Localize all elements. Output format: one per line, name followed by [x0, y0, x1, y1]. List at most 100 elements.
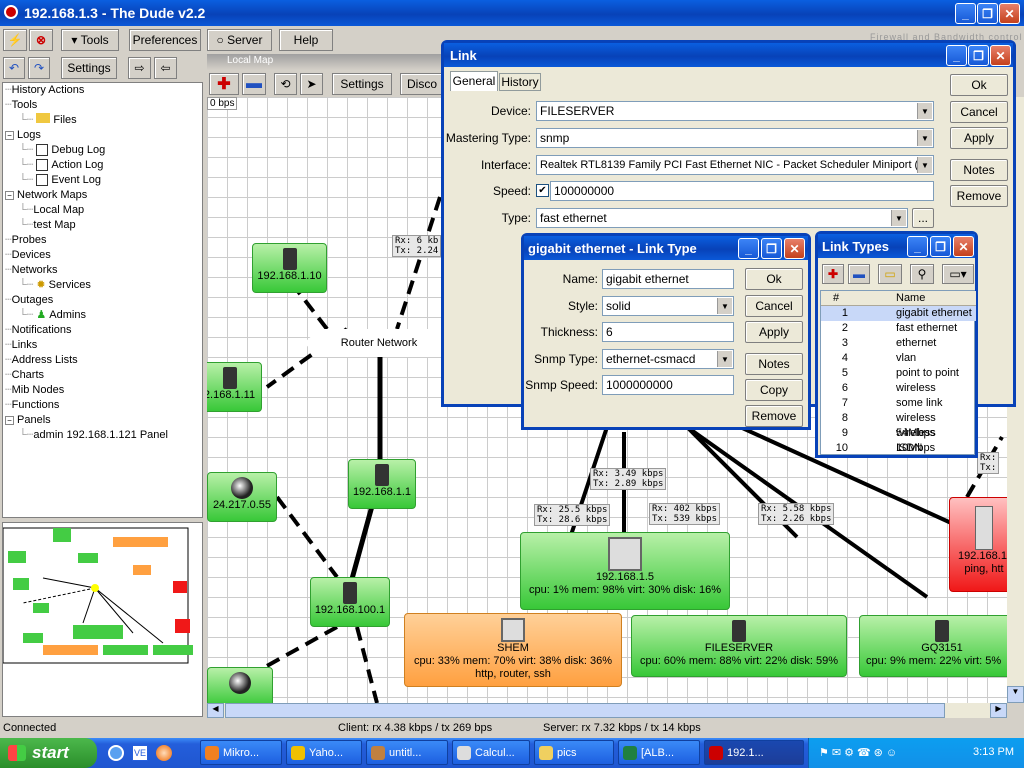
import-icon[interactable]: ⇦ — [154, 57, 177, 79]
type-more-button[interactable]: ... — [912, 208, 934, 228]
device-node-fileserver[interactable]: FILESERVER cpu: 60% mem: 88% virt: 22% d… — [631, 615, 847, 677]
add-icon[interactable]: ✚ — [822, 264, 844, 284]
tree-item[interactable]: └┄Local Map — [19, 203, 84, 218]
link-close-button[interactable]: ✕ — [990, 45, 1011, 66]
tree-item[interactable]: ┄Networks — [5, 263, 57, 278]
map-settings-button[interactable]: Settings — [332, 73, 392, 95]
tree-item[interactable]: − Panels — [5, 413, 51, 428]
tree-item[interactable]: ┄Tools — [5, 98, 37, 113]
speed-checkbox[interactable]: ✔ — [536, 184, 549, 197]
lt-apply-button[interactable]: Apply — [745, 321, 803, 343]
disconnect-icon[interactable]: ⊗ — [29, 29, 53, 51]
lt-close-button[interactable]: ✕ — [784, 238, 805, 259]
remove-icon[interactable]: ▬ — [848, 264, 870, 284]
thickness-input[interactable]: 6 — [602, 322, 734, 342]
table-row[interactable]: 3 ethernet — [821, 336, 976, 351]
snmptype-select[interactable]: ethernet-csmacd ▼ — [602, 349, 734, 369]
tree-item[interactable]: ┄Mib Nodes — [5, 383, 64, 398]
tree-item[interactable]: ┄Functions — [5, 398, 59, 413]
table-row[interactable]: 7 some link — [821, 396, 976, 411]
remove-icon[interactable]: ▬ — [242, 73, 266, 95]
find-icon[interactable]: ⚲ — [910, 264, 934, 284]
name-input[interactable]: gigabit ethernet — [602, 269, 734, 289]
quicklaunch-ve-icon[interactable]: VE — [132, 745, 148, 761]
device-node-24-217-0-55[interactable]: 24.217.0.55 — [207, 472, 277, 522]
tab-general[interactable]: General — [450, 71, 498, 91]
tree-item[interactable]: ┄Address Lists — [5, 353, 78, 368]
mini-map[interactable] — [2, 522, 203, 717]
device-node-gq3151[interactable]: GQ3151 cpu: 9% mem: 22% virt: 5% — [859, 615, 1007, 677]
tree-item[interactable]: ┄Charts — [5, 368, 44, 383]
lt-copy-button[interactable]: Copy — [745, 379, 803, 401]
redo-icon[interactable]: ↷ — [28, 57, 50, 79]
tree-item[interactable]: └┄admin 192.168.1.121 Panel — [19, 428, 168, 443]
device-node-192-168-100-1[interactable]: 192.168.100.1 — [310, 577, 390, 627]
export-icon[interactable]: ⇨ — [128, 57, 151, 79]
device-node-192-168-1-10[interactable]: 192.168.1.10 — [252, 243, 327, 293]
table-row[interactable]: 9 wireless 10Mbps — [821, 426, 976, 454]
scroll-thumb[interactable] — [225, 703, 945, 718]
table-row[interactable]: 1 gigabit ethernet — [821, 306, 976, 321]
scroll-left-button[interactable]: ◀ — [207, 703, 224, 718]
device-select[interactable]: FILESERVER ▼ — [536, 101, 934, 121]
taskbar-item[interactable]: Yaho... — [286, 740, 362, 765]
notes-button[interactable]: Notes — [950, 159, 1008, 181]
tree-item[interactable]: − Logs — [5, 128, 41, 143]
type-select[interactable]: fast ethernet ▼ — [536, 208, 908, 228]
taskbar-item[interactable]: [ALB... — [618, 740, 700, 765]
interface-select[interactable]: Realtek RTL8139 Family PCI Fast Ethernet… — [536, 155, 934, 175]
link-dialog-title-bar[interactable]: Link — [444, 43, 1013, 67]
apply-button[interactable]: Apply — [950, 127, 1008, 149]
lt-cancel-button[interactable]: Cancel — [745, 295, 803, 317]
table-row[interactable]: 2 fast ethernet — [821, 321, 976, 336]
cancel-button[interactable]: Cancel — [950, 101, 1008, 123]
lightning-icon[interactable]: ⚡ — [3, 29, 27, 51]
discover-button[interactable]: Disco — [400, 73, 444, 95]
speed-input[interactable]: 100000000 — [550, 181, 934, 201]
taskbar-item[interactable]: 192.1... — [704, 740, 804, 765]
collapse-icon[interactable]: − — [5, 131, 14, 140]
taskbar-item[interactable]: pics — [534, 740, 614, 765]
undo-icon[interactable]: ↶ — [3, 57, 25, 79]
quicklaunch-firefox-icon[interactable] — [156, 745, 172, 761]
scroll-right-button[interactable]: ▶ — [990, 703, 1007, 718]
table-row[interactable]: 4 vlan — [821, 351, 976, 366]
lt-maximize-button[interactable]: ❐ — [761, 238, 782, 259]
comment-icon[interactable]: ▭ — [878, 264, 902, 284]
table-row[interactable]: 8 wireless 54Mbps — [821, 411, 976, 439]
tree-item[interactable]: − Network Maps — [5, 188, 87, 203]
remove-button[interactable]: Remove — [950, 185, 1008, 207]
lts-minimize-button[interactable]: _ — [907, 236, 928, 257]
device-node-192-168-1-1[interactable]: 192.168.1.1 — [348, 459, 416, 509]
tree-item[interactable]: ┄Outages — [5, 293, 53, 308]
router-network-node[interactable]: Router Network — [304, 329, 454, 357]
device-node-globe-bottom[interactable] — [207, 667, 273, 703]
columns-menu-icon[interactable]: ▭▾ — [942, 264, 974, 284]
col-name[interactable]: Name — [896, 292, 925, 304]
tree-item[interactable]: └┄ ✹ Services — [19, 278, 91, 293]
table-row[interactable]: 6 wireless — [821, 381, 976, 396]
collapse-icon[interactable]: − — [5, 191, 14, 200]
start-button[interactable]: start — [0, 738, 97, 768]
lt-remove-button[interactable]: Remove — [745, 405, 803, 427]
link-minimize-button[interactable]: _ — [946, 45, 967, 66]
table-row[interactable]: 10 ISDN — [821, 441, 976, 456]
tree-item[interactable]: ┄Devices — [5, 248, 51, 263]
lt-ok-button[interactable]: Ok — [745, 268, 803, 290]
device-node-192-168-1-5[interactable]: 192.168.1.5 cpu: 1% mem: 98% virt: 30% d… — [520, 532, 730, 610]
tree-item[interactable]: └┄ ♟ Admins — [19, 308, 86, 323]
tree-item[interactable]: ┄Links — [5, 338, 37, 353]
taskbar-item[interactable]: untitl... — [366, 740, 448, 765]
pointer-icon[interactable]: ➤ — [300, 73, 323, 95]
taskbar-item[interactable]: Mikro... — [200, 740, 282, 765]
map-hscrollbar[interactable]: ◀ ▶ — [207, 703, 1007, 718]
tab-history[interactable]: History — [499, 73, 541, 91]
device-node-192-168-1-11[interactable]: 2.168.1.11 — [207, 362, 262, 412]
tree-item[interactable]: └┄test Map — [19, 218, 76, 233]
snmpspeed-input[interactable]: 1000000000 — [602, 375, 734, 395]
app-title-bar[interactable]: 192.168.1.3 - The Dude v2.2 — [0, 0, 1024, 26]
lt-notes-button[interactable]: Notes — [745, 353, 803, 375]
lts-close-button[interactable]: ✕ — [953, 236, 974, 257]
tree-item[interactable]: └┄ Action Log — [19, 158, 103, 173]
link-maximize-button[interactable]: ❐ — [968, 45, 989, 66]
